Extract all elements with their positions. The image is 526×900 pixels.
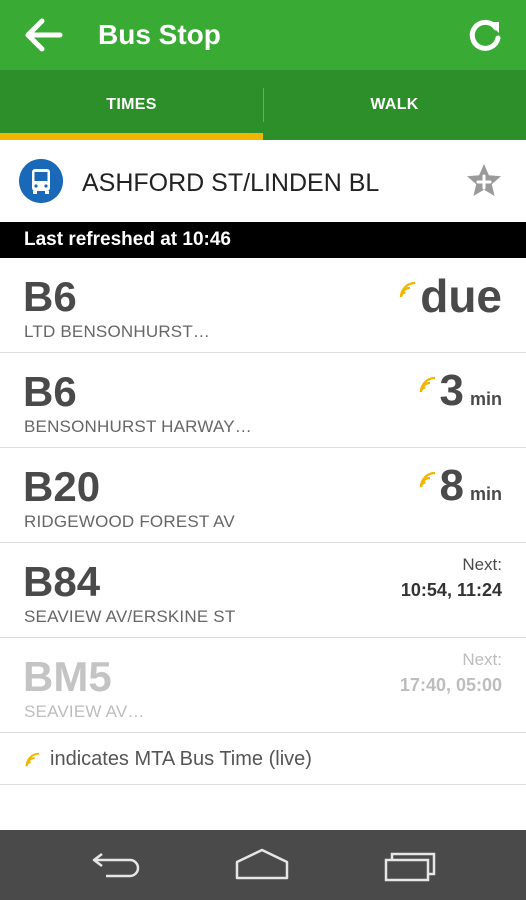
tab-selected-indicator (0, 133, 263, 140)
route-row[interactable]: BM5 SEAVIEW AV… Next: 17:40, 05:00 (0, 638, 526, 733)
legend-text: indicates MTA Bus Time (live) (50, 748, 312, 770)
route-number: B6 (23, 368, 77, 415)
route-destination: BENSONHURST HARWAY… (24, 417, 252, 436)
next-times: 10:54, 11:24 (400, 580, 502, 600)
live-legend: indicates MTA Bus Time (live) (0, 733, 526, 785)
tab-bar: TIMES WALK (0, 70, 526, 140)
arrival-time: due (398, 272, 502, 320)
page-title: Bus Stop (98, 19, 221, 50)
app-bar: Bus Stop (0, 0, 526, 70)
scheduled-times: Next: 17:40, 05:00 (400, 650, 502, 697)
arrival-unit: min (469, 389, 502, 409)
arrival-unit: min (469, 484, 502, 504)
live-signal-icon (419, 376, 435, 393)
route-list: B6 LTD BENSONHURST… due B6 BENSONHURST H… (0, 258, 526, 785)
route-destination: SEAVIEW AV… (24, 702, 145, 721)
nav-home-icon[interactable] (232, 844, 292, 886)
route-destination: LTD BENSONHURST… (24, 322, 211, 341)
route-row[interactable]: B6 BENSONHURST HARWAY… 3 min (0, 353, 526, 448)
arrival-value: 3 (439, 366, 464, 415)
route-destination: RIDGEWOOD FOREST AV (24, 512, 235, 531)
arrival-time: 3 min (418, 366, 502, 415)
route-row[interactable]: B6 LTD BENSONHURST… due (0, 258, 526, 353)
route-row[interactable]: B20 RIDGEWOOD FOREST AV 8 min (0, 448, 526, 543)
route-number: B84 (23, 558, 101, 605)
next-label: Next: (462, 555, 502, 574)
star-add-icon[interactable] (465, 162, 503, 200)
route-destination: SEAVIEW AV/ERSKINE ST (24, 607, 236, 626)
next-times: 17:40, 05:00 (399, 675, 502, 695)
system-nav-bar (0, 830, 526, 900)
route-number: BM5 (23, 653, 112, 700)
live-signal-icon (400, 281, 416, 298)
next-label: Next: (462, 650, 502, 669)
last-refreshed-bar: Last refreshed at 10:46 (0, 222, 526, 258)
stop-name: ASHFORD ST/LINDEN BL (82, 169, 380, 197)
nav-recents-icon[interactable] (380, 844, 440, 886)
bus-icon (19, 159, 63, 203)
route-row[interactable]: B84 SEAVIEW AV/ERSKINE ST Next: 10:54, 1… (0, 543, 526, 638)
tab-walk[interactable]: WALK (263, 70, 526, 140)
stop-header: ASHFORD ST/LINDEN BL (0, 140, 526, 222)
scheduled-times: Next: 10:54, 11:24 (401, 555, 502, 602)
live-signal-icon (25, 752, 40, 767)
arrival-time: 8 min (418, 461, 502, 510)
live-signal-icon (419, 471, 435, 488)
route-number: B20 (23, 463, 101, 510)
arrival-value: 8 (439, 461, 464, 510)
arrival-value: due (420, 270, 502, 322)
nav-back-icon[interactable] (86, 844, 146, 886)
arrow-left-icon[interactable] (24, 17, 64, 53)
tab-times[interactable]: TIMES (0, 70, 263, 140)
refresh-icon[interactable] (466, 16, 504, 54)
route-number: B6 (23, 273, 77, 320)
